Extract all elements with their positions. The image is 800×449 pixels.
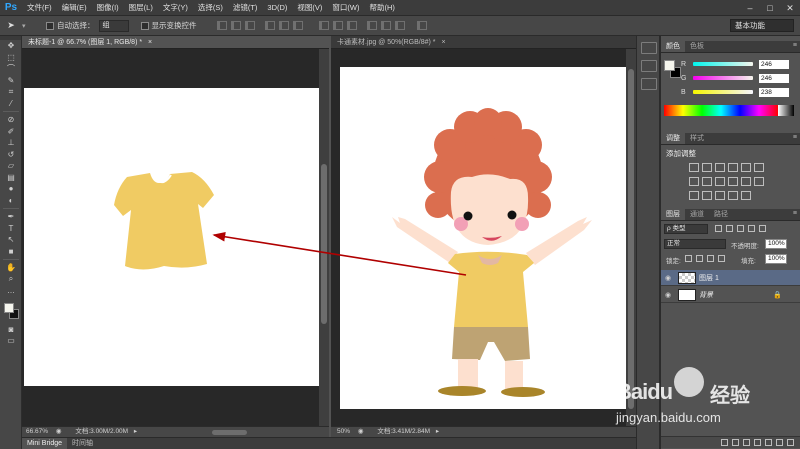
history-panel-icon[interactable]	[641, 42, 657, 54]
brightness-icon[interactable]	[688, 163, 699, 172]
g-value-field[interactable]: 246	[759, 73, 789, 83]
slider-b[interactable]: B 238	[681, 87, 798, 97]
add-mask-icon[interactable]	[743, 439, 750, 446]
eye-icon[interactable]: ◉	[661, 291, 675, 299]
r-track[interactable]	[693, 62, 753, 66]
tab-channels[interactable]: 通道	[685, 209, 709, 220]
vibrance-icon[interactable]	[740, 163, 751, 172]
triangle-down-icon[interactable]	[753, 163, 764, 172]
opacity-label: 不透明度:	[731, 243, 759, 250]
link-layers-icon[interactable]	[721, 439, 728, 446]
adjust-row-3	[687, 191, 752, 200]
filter-type-icon[interactable]	[737, 225, 744, 232]
tab-mini-bridge[interactable]: Mini Bridge	[22, 438, 68, 449]
color-balance-icon[interactable]	[701, 177, 712, 186]
properties-panel-icon[interactable]	[641, 60, 657, 72]
color-lookup-icon[interactable]	[753, 177, 764, 186]
filter-adjust-icon[interactable]	[726, 225, 733, 232]
color-panel-tabs: 颜色 色板 ≡	[661, 41, 800, 53]
invert-icon[interactable]	[688, 191, 699, 200]
fill-label: 填充:	[741, 258, 756, 265]
filter-shape-icon[interactable]	[748, 225, 755, 232]
tab-timeline[interactable]: 时间轴	[67, 438, 98, 449]
adjust-row-1	[687, 163, 765, 172]
threshold-icon[interactable]	[714, 191, 725, 200]
black-white-icon[interactable]	[714, 177, 725, 186]
tab-color[interactable]: 颜色	[661, 41, 685, 52]
r-value-field[interactable]: 246	[759, 59, 789, 69]
layer-filter-dropdown[interactable]: ρ 类型	[664, 224, 708, 234]
color-panel: R 246 G 246 B 238	[661, 53, 800, 123]
filter-pixel-icon[interactable]	[715, 225, 722, 232]
layers-footer	[661, 436, 800, 448]
new-adjustment-icon[interactable]	[754, 439, 761, 446]
levels-icon[interactable]	[701, 163, 712, 172]
blend-mode-dropdown[interactable]: 正常	[664, 239, 726, 249]
delete-layer-icon[interactable]	[787, 439, 794, 446]
layer-filter-icons	[713, 225, 768, 232]
layers-panel-tabs: 图层 通道 路径 ≡	[661, 209, 800, 221]
grayscale-bar[interactable]	[778, 105, 794, 116]
b-value-field[interactable]: 238	[759, 87, 789, 97]
drag-arrow	[212, 232, 467, 276]
lock-all-icon[interactable]	[718, 255, 725, 262]
slider-r[interactable]: R 246	[681, 59, 798, 69]
tab-styles[interactable]: 样式	[685, 133, 709, 144]
slider-g[interactable]: G 246	[681, 73, 798, 83]
selective-color-icon[interactable]	[740, 191, 751, 200]
layer-thumbnail	[678, 271, 696, 284]
hue-saturation-icon[interactable]	[688, 177, 699, 186]
panel-menu-icon[interactable]: ≡	[793, 42, 797, 49]
channel-mixer-icon[interactable]	[740, 177, 751, 186]
color-spectrum-bar[interactable]	[664, 105, 778, 116]
layer-name[interactable]: 背景	[699, 290, 713, 300]
adjust-panel-tabs: 调整 样式 ≡	[661, 133, 800, 145]
lock-icons	[683, 255, 727, 262]
tab-swatches[interactable]: 色板	[685, 41, 709, 52]
tab-paths[interactable]: 路径	[709, 209, 733, 220]
layer-row[interactable]: ◉ 图层 1	[661, 270, 800, 286]
layer-style-icon[interactable]	[732, 439, 739, 446]
exposure-icon[interactable]	[727, 163, 738, 172]
fill-field[interactable]: 100%	[765, 254, 787, 264]
new-group-icon[interactable]	[765, 439, 772, 446]
layer-thumbnail	[678, 288, 696, 301]
gradient-map-icon[interactable]	[727, 191, 738, 200]
opacity-field[interactable]: 100%	[765, 239, 787, 249]
lock-pixels-icon[interactable]	[696, 255, 703, 262]
b-track[interactable]	[693, 90, 753, 94]
layer-row[interactable]: ◉ 背景 🔒	[661, 287, 800, 303]
filter-smart-icon[interactable]	[759, 225, 766, 232]
adjustments-panel: 添加调整	[661, 145, 800, 207]
watermark-url: jingyan.baidu.com	[616, 410, 721, 425]
watermark-brand-cn: 经验	[710, 385, 750, 407]
g-label: G	[681, 74, 687, 82]
tab-layers[interactable]: 图层	[661, 209, 685, 220]
r-label: R	[681, 60, 687, 68]
lock-position-icon[interactable]	[707, 255, 714, 262]
lock-icon: 🔒	[773, 291, 782, 299]
layer-name[interactable]: 图层 1	[699, 273, 719, 283]
curves-icon[interactable]	[714, 163, 725, 172]
color-fg-swatch[interactable]	[664, 60, 675, 71]
panel-menu-icon[interactable]: ≡	[793, 210, 797, 217]
baidu-watermark: Baidu 经验 jingyan.baidu.com	[614, 365, 774, 435]
new-layer-icon[interactable]	[776, 439, 783, 446]
lock-transparency-icon[interactable]	[685, 255, 692, 262]
panel-menu-icon[interactable]: ≡	[793, 134, 797, 141]
info-panel-icon[interactable]	[641, 78, 657, 90]
lock-label: 锁定:	[666, 258, 681, 265]
eye-icon[interactable]: ◉	[661, 274, 675, 282]
bottom-panel-tabs: Mini Bridge 时间轴	[22, 437, 636, 449]
posterize-icon[interactable]	[701, 191, 712, 200]
photo-filter-icon[interactable]	[727, 177, 738, 186]
paw-icon	[674, 367, 704, 397]
b-label: B	[681, 88, 686, 96]
g-track[interactable]	[693, 76, 753, 80]
tab-adjustments[interactable]: 调整	[661, 133, 685, 144]
adjust-row-2	[687, 177, 765, 186]
adjust-title: 添加调整	[666, 149, 696, 158]
watermark-brand: Baidu	[616, 379, 673, 404]
